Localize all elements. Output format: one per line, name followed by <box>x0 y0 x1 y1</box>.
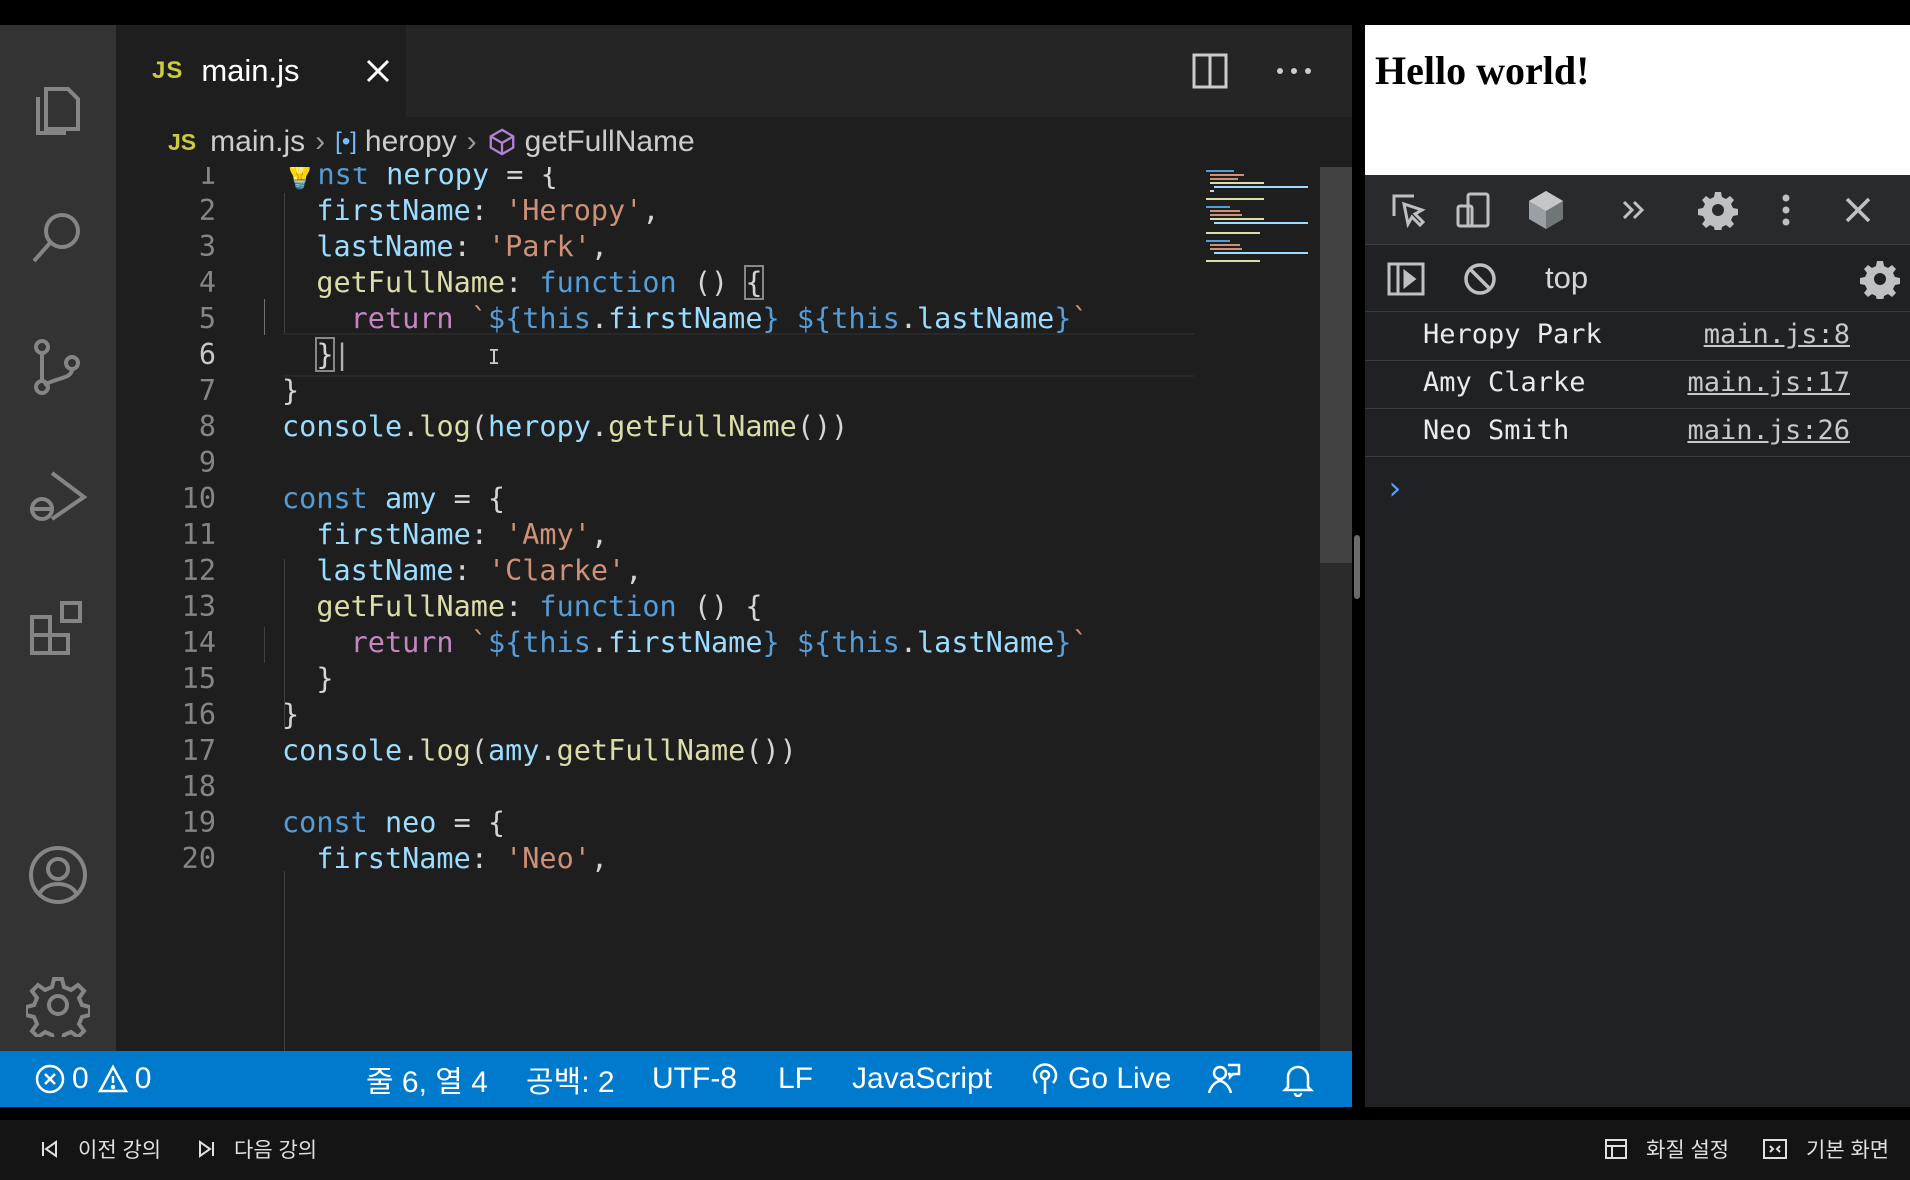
chevron-right-icon: › <box>466 125 477 158</box>
error-icon <box>35 1064 65 1094</box>
breadcrumb-method[interactable]: getFullName <box>525 125 695 159</box>
language-mode[interactable]: JavaScript <box>852 1051 992 1107</box>
notifications-bell-icon[interactable] <box>1282 1051 1314 1107</box>
tab-main-js[interactable]: JS main.js <box>116 25 406 117</box>
close-icon[interactable] <box>356 49 400 93</box>
go-live-button[interactable]: Go Live <box>1030 1051 1171 1107</box>
inspect-element-icon[interactable] <box>1383 185 1433 235</box>
page-viewport: Hello world! <box>1365 25 1910 175</box>
settings-gear-icon[interactable] <box>1855 254 1905 304</box>
cursor-position[interactable]: 줄 6, 열 4 <box>366 1051 488 1107</box>
account-icon[interactable] <box>22 839 94 911</box>
lecture-player-bar: 이전 강의 다음 강의 화질 설정 기본 화면 <box>0 1120 1910 1180</box>
quality-settings-button[interactable]: 화질 설정 <box>1604 1134 1729 1164</box>
source-control-icon[interactable] <box>22 331 94 403</box>
devtools-toolbar <box>1365 175 1910 245</box>
scrollbar-thumb[interactable] <box>1320 167 1352 563</box>
vertical-scrollbar[interactable] <box>1320 167 1352 1051</box>
end-of-line[interactable]: LF <box>778 1051 813 1107</box>
cube-icon[interactable] <box>1521 185 1571 235</box>
clear-console-icon[interactable] <box>1455 254 1505 304</box>
breadcrumb-variable[interactable]: heropy <box>365 125 457 159</box>
run-debug-icon[interactable] <box>22 461 94 533</box>
vscode-window: JS main.js JS main.js › [•] heropy › get… <box>0 25 1352 1107</box>
skip-next-icon <box>199 1140 214 1158</box>
split-editor-icon[interactable] <box>1186 47 1234 95</box>
warning-count: 0 <box>134 1062 152 1095</box>
indentation[interactable]: 공백: 2 <box>526 1051 615 1107</box>
console-message: Heropy Park main.js:8 <box>1365 313 1910 361</box>
execution-context-select[interactable]: top <box>1545 256 1588 300</box>
error-count: 0 <box>72 1062 89 1095</box>
activity-bar <box>0 25 116 1051</box>
settings-gear-icon[interactable] <box>22 969 94 1041</box>
console-message: Neo Smith main.js:26 <box>1365 409 1910 457</box>
quality-icon <box>1605 1139 1627 1159</box>
files-icon[interactable] <box>22 71 94 143</box>
line-number: 20 <box>181 842 216 875</box>
tab-label: main.js <box>201 53 300 88</box>
breadcrumb: JS main.js › [•] heropy › getFullName <box>116 117 1352 167</box>
js-file-icon: JS <box>168 128 197 155</box>
next-lecture-button[interactable]: 다음 강의 <box>196 1134 317 1164</box>
warning-icon <box>97 1064 128 1093</box>
page-heading: Hello world! <box>1375 48 1590 93</box>
source-link[interactable]: main.js:8 <box>1704 319 1850 350</box>
problems-indicator[interactable]: 0 0 <box>34 1051 151 1107</box>
status-bar: 0 0 줄 6, 열 4 공백: 2 UTF-8 LF JavaScript G… <box>0 1051 1352 1107</box>
console-message: Amy Clarke main.js:17 <box>1365 361 1910 409</box>
more-tabs-icon[interactable] <box>1609 185 1659 235</box>
source-link[interactable]: main.js:26 <box>1687 415 1850 446</box>
skip-previous-icon <box>42 1140 57 1158</box>
source-link[interactable]: main.js:17 <box>1687 367 1850 398</box>
code-line: 20 firstName: 'Neo', <box>116 837 1196 881</box>
search-icon[interactable] <box>22 201 94 273</box>
prev-lecture-button[interactable]: 이전 강의 <box>40 1134 161 1164</box>
close-icon[interactable] <box>1833 185 1883 235</box>
view-mode-icon <box>1763 1139 1787 1159</box>
editor-tab-bar: JS main.js <box>116 25 1352 117</box>
js-file-icon: JS <box>152 57 184 84</box>
console-toolbar: top <box>1365 246 1910 312</box>
code-editor[interactable]: 1 💡nst heropy = { 2 firstName: 'Heropy', … <box>116 167 1352 1051</box>
chevron-right-icon: › <box>315 125 326 158</box>
minimap[interactable] <box>1204 167 1314 1051</box>
console-prompt[interactable]: › <box>1385 469 1404 507</box>
kebab-menu-icon[interactable] <box>1761 185 1811 235</box>
breadcrumb-file[interactable]: main.js <box>210 125 305 159</box>
panel-resize-handle[interactable] <box>1354 535 1360 599</box>
settings-gear-icon[interactable] <box>1693 185 1743 235</box>
extensions-icon[interactable] <box>22 591 94 663</box>
method-cube-icon <box>487 127 517 157</box>
feedback-icon[interactable] <box>1206 1051 1242 1107</box>
more-actions-icon[interactable] <box>1266 47 1322 95</box>
indent-guide <box>284 871 285 1051</box>
browser-panel: Hello world! top Heropy Park main.js:8 A… <box>1365 25 1910 1107</box>
default-view-button[interactable]: 기본 화면 <box>1762 1134 1889 1164</box>
broadcast-icon <box>1032 1063 1058 1094</box>
sidebar-toggle-icon[interactable] <box>1381 254 1431 304</box>
device-toolbar-icon[interactable] <box>1449 185 1499 235</box>
encoding[interactable]: UTF-8 <box>652 1051 737 1107</box>
variable-icon: [•] <box>335 128 357 155</box>
